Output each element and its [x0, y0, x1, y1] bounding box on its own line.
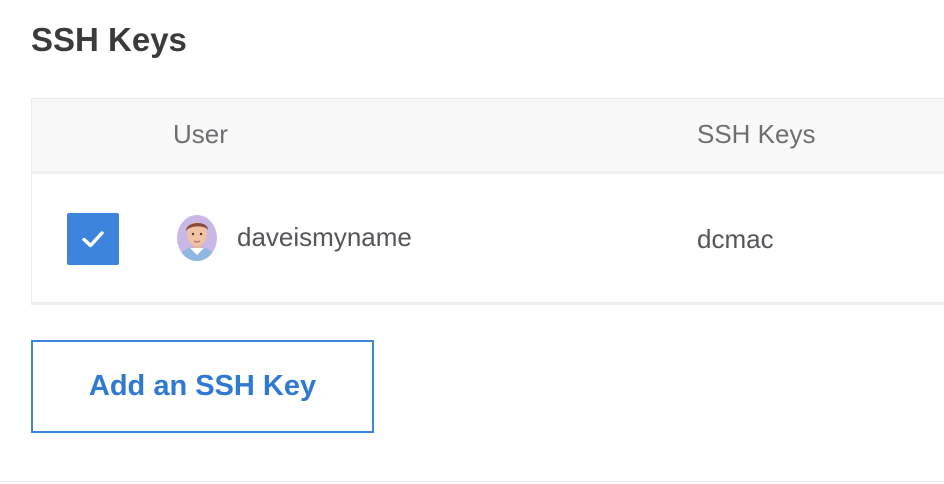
row-select-checkbox[interactable]	[67, 213, 119, 265]
column-header-user: User	[173, 119, 228, 149]
table-row: daveismyname dcmac	[32, 174, 944, 305]
check-icon	[82, 231, 104, 248]
ssh-key-name: dcmac	[697, 224, 774, 254]
column-header-ssh-keys: SSH Keys	[697, 119, 816, 149]
ssh-keys-page: SSH Keys User SSH Keys daveismyname dcma…	[0, 0, 944, 484]
ssh-keys-table: User SSH Keys daveismyname dcmac	[31, 98, 944, 305]
username: daveismyname	[237, 222, 412, 252]
user-avatar	[177, 215, 217, 261]
table-header: User SSH Keys	[32, 99, 944, 174]
divider	[0, 481, 944, 482]
section-title: SSH Keys	[31, 21, 187, 58]
add-ssh-key-button[interactable]: Add an SSH Key	[31, 340, 374, 433]
